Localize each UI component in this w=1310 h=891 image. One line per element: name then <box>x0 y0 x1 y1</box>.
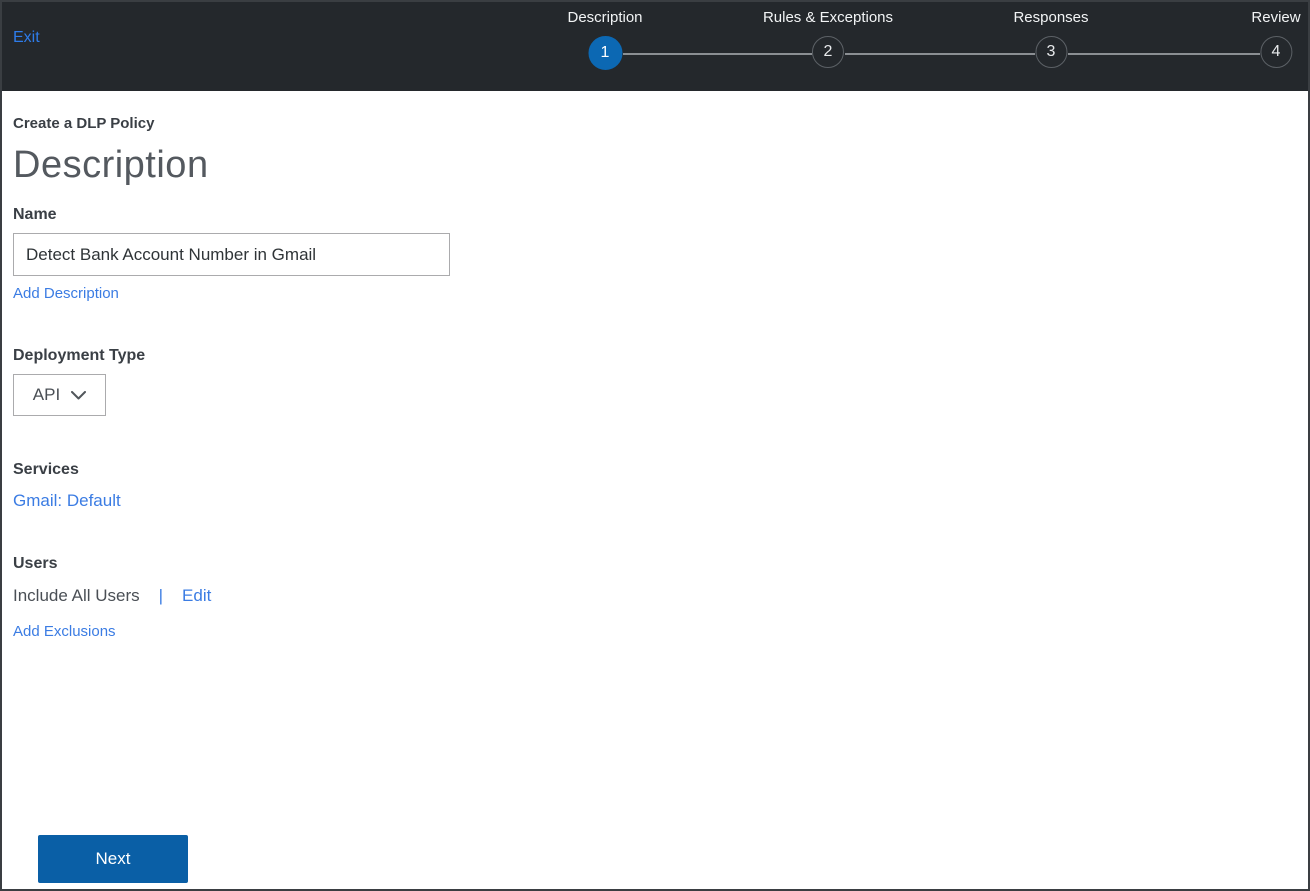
step-number: 3 <box>1046 43 1056 60</box>
policy-name-input[interactable] <box>13 233 450 276</box>
step-label: Description <box>567 9 643 26</box>
step-description[interactable]: Description 1 <box>567 9 643 70</box>
users-value: Include All Users <box>13 586 140 605</box>
chevron-down-icon <box>71 390 87 399</box>
step-3-circle: 3 <box>1034 36 1067 68</box>
name-label: Name <box>13 206 57 223</box>
exit-link[interactable]: Exit <box>13 29 40 47</box>
step-number: 4 <box>1271 43 1281 60</box>
step-rules-exceptions[interactable]: Rules & Exceptions 2 <box>763 9 893 68</box>
step-label: Review <box>1251 9 1301 26</box>
deployment-type-select[interactable]: API <box>13 374 106 416</box>
step-4-circle: 4 <box>1260 36 1292 68</box>
step-label: Rules & Exceptions <box>762 9 894 26</box>
add-exclusions-link[interactable]: Add Exclusions <box>13 623 116 640</box>
step-label: Responses <box>1013 9 1089 26</box>
step-responses[interactable]: Responses 3 <box>1013 9 1089 68</box>
wizard-header: Exit Description 1 Rules & Exceptions 2 … <box>2 2 1308 91</box>
next-button[interactable]: Next <box>38 835 188 883</box>
separator: | <box>158 586 164 605</box>
stepper-connector <box>1068 53 1260 55</box>
wizard-breadcrumb-title: Create a DLP Policy <box>13 115 155 132</box>
users-label: Users <box>13 555 58 572</box>
deployment-type-value: API <box>32 385 61 404</box>
step-number: 2 <box>823 43 833 60</box>
step-review[interactable]: Review 4 <box>1251 9 1301 68</box>
deployment-type-label: Deployment Type <box>13 347 146 364</box>
step-number: 1 <box>600 44 610 61</box>
step-1-circle: 1 <box>588 36 622 70</box>
wizard-content: Create a DLP Policy Description Name Add… <box>2 91 1308 641</box>
add-description-link[interactable]: Add Description <box>13 285 119 302</box>
service-gmail-link[interactable]: Gmail: Default <box>13 491 121 511</box>
page-title: Description <box>13 144 209 186</box>
step-2-circle: 2 <box>811 36 844 68</box>
edit-users-link[interactable]: Edit <box>182 586 211 606</box>
users-row: Include All Users | Edit <box>13 586 1308 606</box>
stepper-connector <box>623 53 812 55</box>
stepper-connector <box>845 53 1035 55</box>
services-label: Services <box>13 461 79 478</box>
